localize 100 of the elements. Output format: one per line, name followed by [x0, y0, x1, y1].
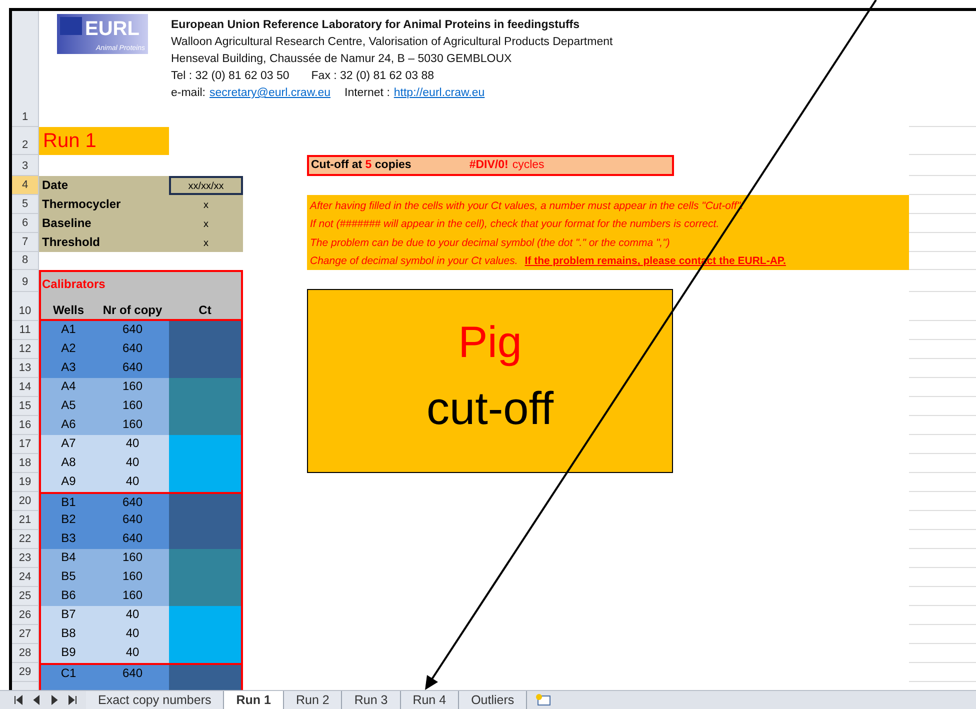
table-cell-text: 160	[121, 397, 144, 414]
sheet-tab[interactable]: Run 2	[284, 691, 342, 709]
table-cell-text: B1	[60, 494, 77, 511]
row-number: 22	[18, 532, 32, 547]
field-label: Thermocycler	[41, 196, 122, 213]
table-cell-text: 40	[124, 606, 140, 623]
table-cell-text: 160	[121, 416, 144, 433]
table-cell-text: A5	[60, 397, 77, 414]
table-cell-text: B7	[60, 606, 77, 623]
field-value: xx/xx/xx	[169, 176, 243, 195]
row-number: 28	[18, 646, 32, 661]
fax-number: Fax : 32 (0) 81 62 03 88	[311, 69, 434, 84]
row-number: 20	[18, 494, 32, 509]
table-cell-text: B2	[60, 511, 77, 528]
row-number: 1	[22, 110, 28, 125]
row-number: 15	[18, 399, 32, 414]
table-cell-text: A1	[60, 321, 77, 338]
flag-icon	[60, 17, 82, 35]
row-number: 16	[18, 418, 32, 433]
row-number: 2	[22, 138, 28, 153]
table-cell-text: 640	[121, 511, 144, 528]
new-sheet-icon[interactable]	[535, 693, 552, 707]
sheet-tab[interactable]: Exact copy numbers	[86, 691, 224, 709]
table-cell-text: 40	[124, 435, 140, 452]
first-sheet-icon[interactable]	[14, 695, 23, 705]
next-sheet-icon[interactable]	[50, 695, 59, 705]
row-number: 23	[18, 551, 32, 566]
instruction-text: Change of decimal symbol in your Ct values.	[310, 254, 518, 270]
table-cell-text: C1	[60, 665, 78, 682]
table-cell-text: 640	[121, 321, 144, 338]
previous-sheet-icon[interactable]	[32, 695, 41, 705]
sheet-tab[interactable]: Run 1	[224, 691, 284, 709]
field-value: x	[202, 237, 210, 251]
row-number: 12	[18, 342, 32, 357]
website-link[interactable]: http://eurl.craw.eu	[394, 85, 485, 102]
table-cell-text: 40	[124, 473, 140, 490]
email-link[interactable]: secretary@eurl.craw.eu	[210, 85, 330, 102]
address-line: Walloon Agricultural Research Centre, Valorisation of Agricultural Products Department	[171, 35, 613, 50]
row-number: 6	[22, 216, 28, 231]
table-cell-text: B5	[60, 568, 77, 585]
row-number: 3	[22, 159, 28, 174]
field-label: Threshold	[41, 234, 102, 251]
row-number: 4	[22, 178, 28, 193]
field-value: x	[202, 199, 210, 213]
table-cell-text: 160	[121, 549, 144, 566]
instruction-text: The problem can be due to your decimal symbol (the dot "." or the comma ",")	[310, 236, 670, 251]
table-cell-text: 640	[121, 340, 144, 357]
row-number: 11	[19, 323, 31, 338]
row-number: 29	[18, 665, 32, 680]
phone-number: Tel : 32 (0) 81 62 03 50	[171, 69, 290, 84]
column-header: Wells	[52, 302, 86, 319]
row-number: 26	[18, 608, 32, 623]
unit-label: cycles	[512, 158, 544, 173]
table-cell-text: 160	[121, 587, 144, 604]
email-label: e-mail:	[171, 86, 206, 101]
row-number: 17	[18, 437, 32, 452]
table-cell-text: 160	[121, 378, 144, 395]
field-value: x	[202, 218, 210, 232]
table-cell-text: A6	[60, 416, 77, 433]
row-number: 8	[22, 253, 28, 268]
table-cell-text: A7	[60, 435, 77, 452]
error-value: #DIV/0!	[469, 158, 508, 173]
row-number: 27	[18, 627, 32, 642]
table-cell-text: 40	[124, 454, 140, 471]
row-number: 19	[18, 475, 32, 490]
table-cell-text: 640	[121, 530, 144, 547]
table-cell-text: 160	[121, 568, 144, 585]
table-cell-text: B8	[60, 625, 77, 642]
table-cell-text: A2	[60, 340, 77, 357]
table-cell-text: A8	[60, 454, 77, 471]
cutoff-title: cut-off	[426, 381, 554, 436]
field-label: Date	[41, 177, 70, 194]
instruction-text: If not (####### will appear in the cell), check that your format for the numbers is correct.	[310, 217, 720, 232]
cutoff-label: Cut-off at 5 copies	[311, 158, 412, 173]
table-cell-text: 640	[121, 494, 144, 511]
sheet-tab[interactable]: Outliers	[459, 691, 528, 709]
row-number: 10	[18, 304, 32, 319]
species-name: Pig	[458, 317, 522, 369]
table-cell-text: B3	[60, 530, 77, 547]
sheet-tab[interactable]: Run 3	[342, 691, 401, 709]
sheet-tab[interactable]: Run 4	[400, 691, 460, 709]
logo-text: EURL	[85, 18, 140, 40]
section-title: Calibrators	[42, 277, 106, 291]
row-number: 25	[18, 589, 32, 604]
table-cell-text: B9	[60, 644, 77, 661]
row-number: 9	[22, 275, 28, 290]
row-number: 14	[18, 380, 32, 395]
run-title: Run 1	[39, 127, 169, 155]
column-header: Ct	[198, 302, 212, 319]
table-cell-text: 640	[121, 665, 144, 682]
column-header: Nr of copy	[102, 302, 164, 319]
table-cell-text: 640	[121, 359, 144, 376]
table-cell-text: 40	[124, 644, 140, 661]
table-cell-text: A4	[60, 378, 77, 395]
last-sheet-icon[interactable]	[68, 695, 77, 705]
row-number: 5	[22, 197, 28, 212]
table-cell-text: B4	[60, 549, 77, 566]
row-number: 21	[18, 513, 32, 528]
table-cell-text: B6	[60, 587, 77, 604]
table-cell-text: A3	[60, 359, 77, 376]
